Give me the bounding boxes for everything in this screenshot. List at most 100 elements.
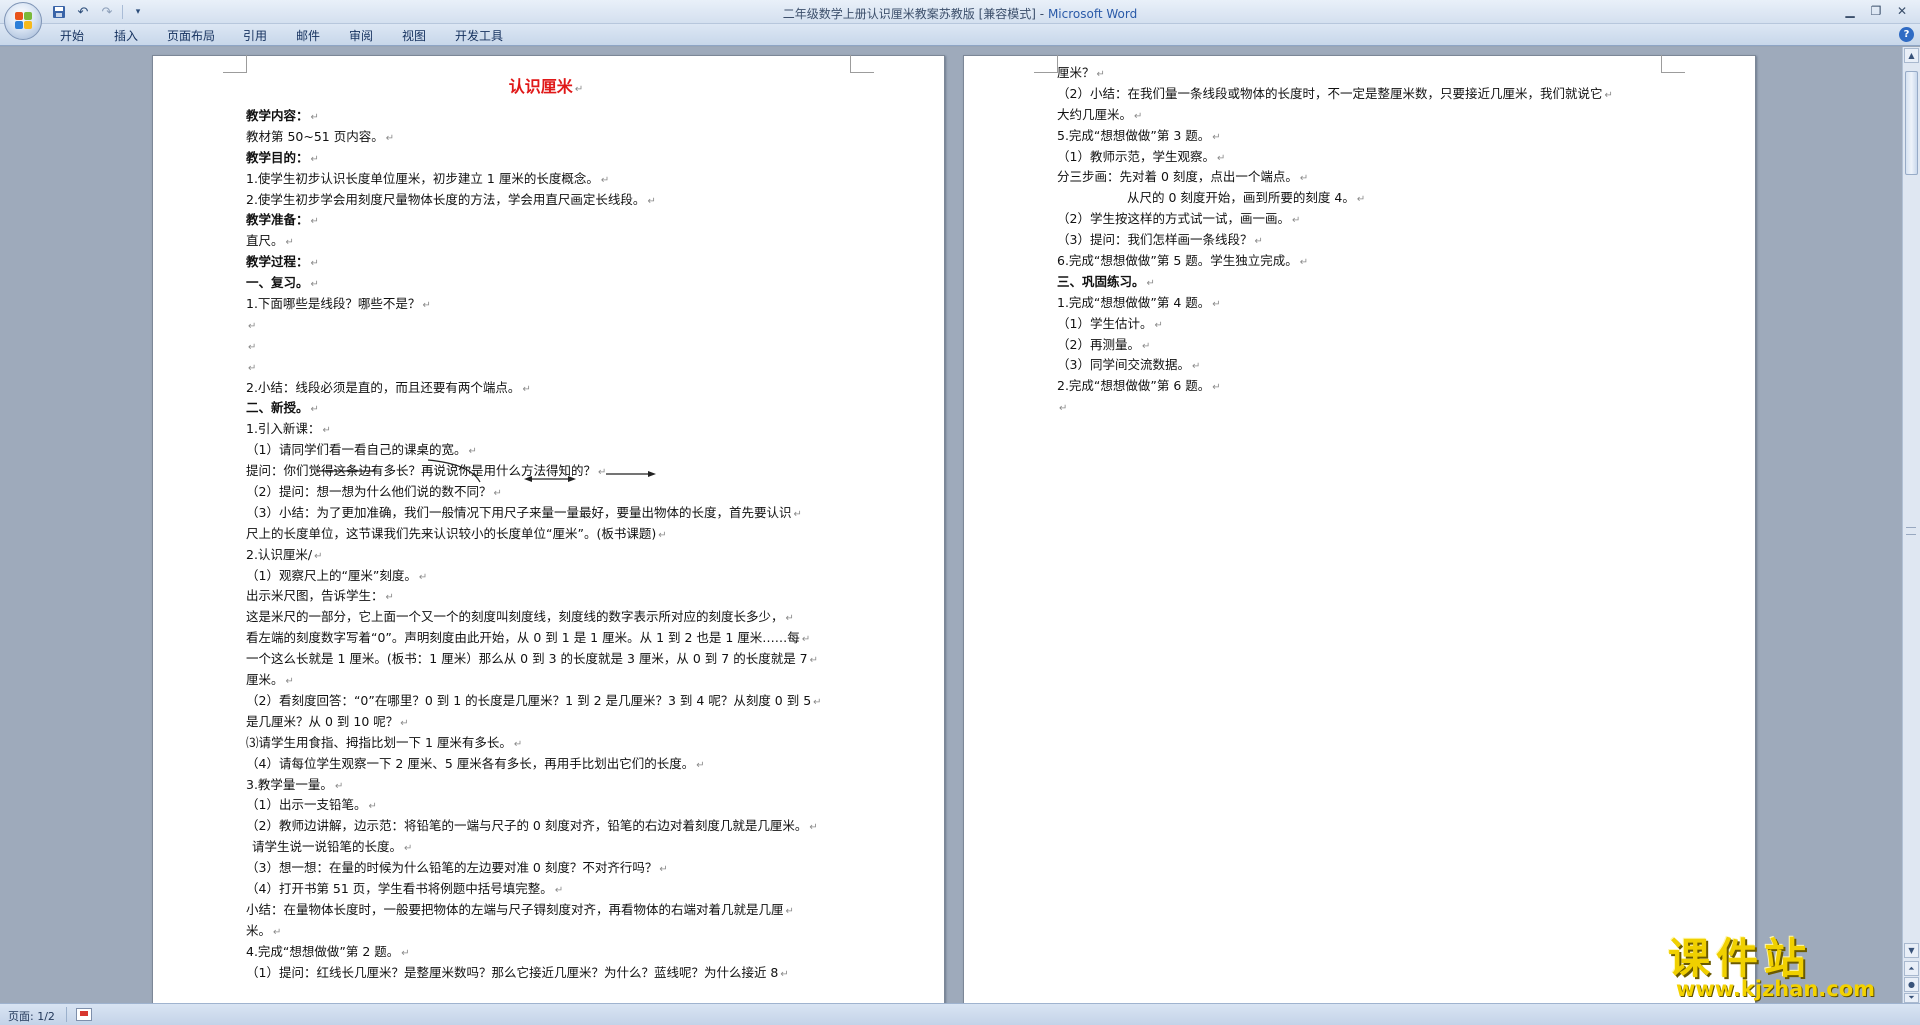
text-line: 这是米尺的一部分，它上面一个又一个的刻度叫刻度线，刻度线的数字表示所对应的刻度长… — [246, 607, 846, 628]
line-text: 2.认识厘米/ — [246, 546, 313, 562]
line-text: 6.完成“想想做做”第 5 题。学生独立完成。 — [1057, 253, 1298, 269]
page-2-lines: 厘米？ ↵ （2）小结：在我们量一条线段或物体的长度时，不一定是整厘米数，只要接近几… — [1057, 63, 1677, 418]
paragraph-mark: ↵ — [813, 696, 822, 708]
text-line: 分三步画：先对着 0 刻度，点出一个端点。 ↵ — [1057, 167, 1677, 188]
text-line: （2）小结：在我们量一条线段或物体的长度时，不一定是整厘米数，只要接近几厘米，我… — [1057, 84, 1677, 105]
paragraph-mark: ↵ — [310, 112, 319, 123]
text-line: 二、新授。 ↵ — [246, 398, 846, 419]
text-line: 是几厘米？从 0 到 10 呢？ ↵ — [246, 712, 846, 733]
paragraph-mark: ↵ — [658, 529, 667, 541]
text-line: 1.完成“想想做做”第 4 题。 ↵ — [1057, 293, 1677, 314]
help-icon[interactable]: ? — [1899, 27, 1914, 42]
vertical-scrollbar[interactable]: ▲ ▼ ⏶ ● ⏷ — [1902, 47, 1920, 1003]
window-title: 二年级数学上册认识厘米教案苏教版 [兼容模式] - Microsoft Word — [0, 5, 1920, 22]
paragraph-mark: ↵ — [522, 383, 531, 395]
line-text: 二、新授。 — [246, 400, 309, 416]
office-button[interactable] — [4, 2, 42, 40]
line-text: 直尺。 — [246, 233, 284, 249]
line-text: 教学过程： — [246, 254, 309, 270]
line-text: 1.完成“想想做做”第 4 题。 — [1057, 294, 1211, 310]
page-count[interactable]: 页面: 1/2 — [8, 1008, 55, 1024]
text-line: 尺上的长度单位，这节课我们先来认识较小的长度单位“厘米”。(板书课题) ↵ — [246, 524, 846, 545]
paragraph-mark: ↵ — [322, 425, 331, 437]
text-line: 大约几厘米。 ↵ — [1057, 105, 1677, 126]
paragraph-mark: ↵ — [696, 759, 705, 771]
watermark-logo: 课件站 www.kjzhan.com — [1662, 925, 1902, 1005]
paragraph-mark: ↵ — [310, 279, 319, 291]
text-line: （1）学生估计。 ↵ — [1057, 314, 1677, 335]
paragraph-mark: ↵ — [334, 780, 344, 792]
status-bar: 页面: 1/2 — [0, 1003, 1920, 1025]
page-1[interactable]: 认识厘米 ↵ 教学内容： ↵ 教材第 50~51 页内容。 ↵ 教学目的： ↵ 1.使学生初步… — [152, 55, 945, 1003]
paragraph-mark: ↵ — [404, 843, 413, 855]
line-text: 2.使学生初步学会用刻度尺量物体长度的方法，学会用直尺画定长线段。 — [246, 191, 646, 207]
tab-references[interactable]: 引用 — [243, 27, 267, 44]
text-line: （3）同学间交流数据。 ↵ — [1057, 355, 1677, 376]
crop-mark — [850, 55, 874, 73]
document-name: 二年级数学上册认识厘米教案苏教版 [兼容模式] — [782, 7, 1036, 21]
paragraph-mark: ↵ — [600, 174, 610, 186]
paragraph-mark: ↵ — [1254, 236, 1263, 248]
paragraph-mark: ↵ — [422, 300, 431, 312]
text-line: 1.使学生初步认识长度单位厘米，初步建立 1 厘米的长度概念。 ↵ — [246, 169, 846, 190]
tab-home[interactable]: 开始 — [60, 27, 84, 44]
text-line: 1.下面哪些是线段？哪些不是？ ↵ — [246, 294, 846, 315]
office-logo-icon — [15, 12, 33, 30]
page-2[interactable]: 厘米？ ↵ （2）小结：在我们量一条线段或物体的长度时，不一定是整厘米数，只要接近几… — [963, 55, 1756, 1003]
line-text: （3）想一想：在量的时候为什么铅笔的左边要对准 0 刻度？不对齐行吗？ — [246, 860, 658, 876]
text-line: 小结：在量物体长度时，一般要把物体的左端与尺子锝刻度对齐，再看物体的右端对着几就… — [246, 900, 846, 921]
previous-page-icon[interactable]: ⏶ — [1904, 961, 1919, 976]
text-line: 从尺的 0 刻度开始，画到所要的刻度 4。 ↵ — [1057, 188, 1677, 209]
text-line: ↵ — [246, 357, 846, 378]
line-text: 尺上的长度单位，这节课我们先来认识较小的长度单位“厘米”。(板书课题) — [246, 525, 657, 541]
text-line: 教学目的： ↵ — [246, 148, 846, 169]
tab-review[interactable]: 审阅 — [349, 27, 373, 44]
paragraph-mark: ↵ — [310, 216, 319, 228]
minimize-icon[interactable]: ▁ — [1838, 2, 1862, 20]
tab-mailings[interactable]: 邮件 — [296, 27, 320, 44]
text-line: 厘米？ ↵ — [1057, 63, 1677, 84]
line-text: 5.完成“想想做做”第 3 题。 — [1057, 127, 1211, 143]
text-line: （2）看刻度回答：“0”在哪里？0 到 1 的长度是几厘米？1 到 2 是几厘米… — [246, 691, 846, 712]
text-line: （3）提问：我们怎样画一条线段？ ↵ — [1057, 230, 1677, 251]
line-text: 教学内容： — [246, 108, 309, 123]
text-line: 1.引入新课： ↵ — [246, 419, 846, 440]
tab-insert[interactable]: 插入 — [114, 27, 138, 44]
scroll-thumb[interactable] — [1905, 71, 1918, 175]
paragraph-mark: ↵ — [574, 84, 584, 95]
select-browse-object-icon[interactable]: ● — [1904, 977, 1919, 992]
paragraph-mark: ↵ — [1191, 361, 1201, 373]
text-line: 2.使学生初步学会用刻度尺量物体长度的方法，学会用直尺画定长线段。 ↵ — [246, 190, 846, 211]
window-controls: ▁ ❐ ✕ — [1838, 2, 1914, 20]
line-text: 教材第 50~51 页内容。 — [246, 128, 384, 144]
line-text: （4）打开书第 51 页，学生看书将例题中括号填完整。 — [246, 880, 553, 896]
text-line: 厘米。 ↵ — [246, 670, 846, 691]
proofing-icon[interactable] — [76, 1008, 92, 1021]
restore-icon[interactable]: ❐ — [1864, 2, 1888, 20]
scroll-grip — [1906, 527, 1916, 535]
paragraph-mark: ↵ — [785, 613, 794, 625]
crop-mark — [1034, 55, 1058, 73]
close-icon[interactable]: ✕ — [1890, 2, 1914, 20]
line-text: 教学目的： — [246, 149, 309, 165]
text-line: 一、复习。 ↵ — [246, 273, 846, 294]
next-page-icon[interactable]: ⏷ — [1904, 993, 1919, 1003]
text-line: 2.小结：线段必须是直的，而且还要有两个端点。 ↵ — [246, 378, 846, 399]
paragraph-mark: ↵ — [809, 822, 818, 834]
text-line: ↵ — [246, 315, 846, 336]
paragraph-mark: ↵ — [310, 153, 319, 165]
tab-view[interactable]: 视图 — [402, 27, 426, 44]
scroll-up-icon[interactable]: ▲ — [1904, 48, 1919, 63]
paragraph-mark: ↵ — [385, 132, 395, 144]
scroll-down-icon[interactable]: ▼ — [1904, 943, 1919, 958]
tab-developer[interactable]: 开发工具 — [455, 27, 503, 44]
tab-page-layout[interactable]: 页面布局 — [167, 27, 215, 44]
line-text: （2）小结：在我们量一条线段或物体的长度时，不一定是整厘米数，只要接近几厘米，我… — [1057, 85, 1603, 101]
text-line: （3）想一想：在量的时候为什么铅笔的左边要对准 0 刻度？不对齐行吗？ ↵ — [246, 858, 846, 879]
text-line: ↵ — [1057, 397, 1677, 418]
text-line: 看左端的刻度数字写着“0”。声明刻度由此开始，从 0 到 1 是 1 厘米。从 … — [246, 628, 846, 649]
paragraph-mark: ↵ — [1146, 277, 1155, 289]
line-text: 1.下面哪些是线段？哪些不是？ — [246, 296, 421, 312]
text-line: （4）请每位学生观察一下 2 厘米、5 厘米各有多长，再用手比划出它们的长度。 ↵ — [246, 754, 846, 775]
paragraph-mark: ↵ — [400, 717, 409, 729]
